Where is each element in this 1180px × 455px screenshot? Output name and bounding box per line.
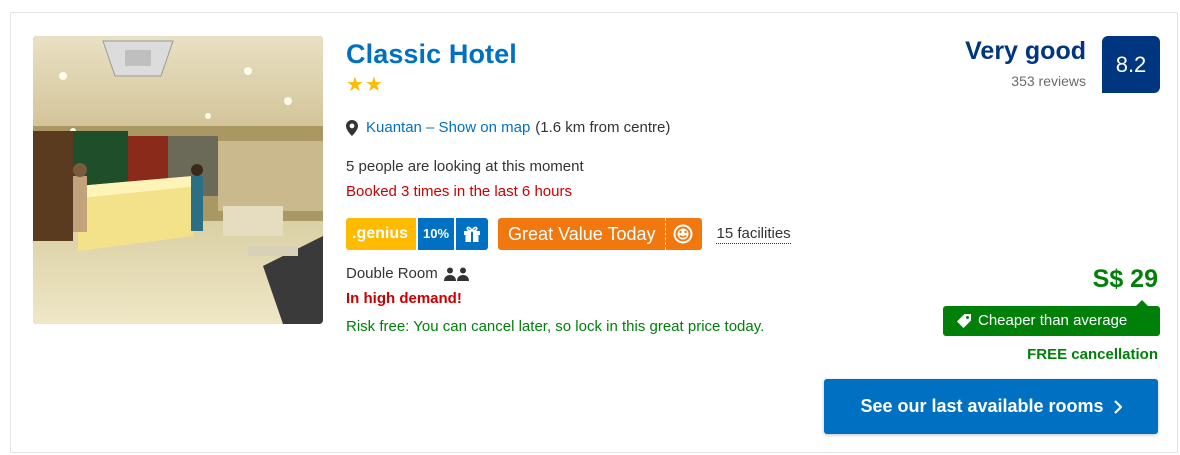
- lobby-image: [33, 36, 323, 324]
- discount-badge: 10%: [418, 218, 455, 250]
- map-pin-icon: [346, 119, 358, 136]
- cheaper-than-average-badge: Cheaper than average: [943, 300, 1160, 336]
- review-count[interactable]: 353 reviews: [1011, 73, 1086, 89]
- hotel-name-link[interactable]: Classic Hotel: [346, 39, 517, 70]
- chevron-right-icon: [1113, 399, 1122, 414]
- star-rating: ★ ★: [346, 75, 383, 95]
- persons-icon: [443, 267, 469, 281]
- review-score-badge[interactable]: 8.2: [1102, 36, 1160, 93]
- gift-badge: [456, 218, 489, 250]
- cheaper-label: Cheaper than average: [978, 312, 1128, 329]
- location-row: Kuantan – Show on map (1.6 km from centr…: [346, 119, 670, 136]
- review-score-word[interactable]: Very good: [965, 37, 1086, 66]
- price-amount: S$ 29: [1092, 265, 1158, 293]
- facilities-link[interactable]: 15 facilities: [716, 225, 791, 244]
- risk-free-text: Risk free: You can cancel later, so lock…: [346, 318, 765, 335]
- badge-row: .genius 10% Great Value Today 15 facilit…: [346, 218, 791, 250]
- see-rooms-button[interactable]: See our last available rooms: [824, 379, 1158, 434]
- gift-icon: [464, 226, 481, 242]
- room-type-text: Double Room: [346, 265, 438, 282]
- smiley-icon: [673, 224, 693, 244]
- recent-bookings-text: Booked 3 times in the last 6 hours: [346, 183, 572, 200]
- star-icon: ★: [346, 74, 364, 96]
- tag-icon: [957, 314, 971, 328]
- great-value-label: Great Value Today: [508, 224, 656, 244]
- genius-badge[interactable]: .genius: [346, 218, 417, 250]
- distance-text: (1.6 km from centre): [535, 119, 671, 136]
- great-value-badge[interactable]: Great Value Today: [498, 218, 703, 250]
- room-type-row: Double Room: [346, 265, 470, 282]
- hotel-card: Classic Hotel ★ ★ Kuantan – Show on map …: [10, 12, 1178, 453]
- free-cancellation-text: FREE cancellation: [1027, 346, 1158, 363]
- badge-divider: [665, 218, 667, 250]
- see-rooms-label: See our last available rooms: [860, 396, 1104, 416]
- hotel-photo[interactable]: [33, 36, 323, 324]
- show-on-map-link[interactable]: Kuantan – Show on map: [366, 119, 530, 136]
- star-icon: ★: [364, 74, 383, 96]
- high-demand-text: In high demand!: [346, 290, 462, 307]
- looking-now-text: 5 people are looking at this moment: [346, 158, 584, 175]
